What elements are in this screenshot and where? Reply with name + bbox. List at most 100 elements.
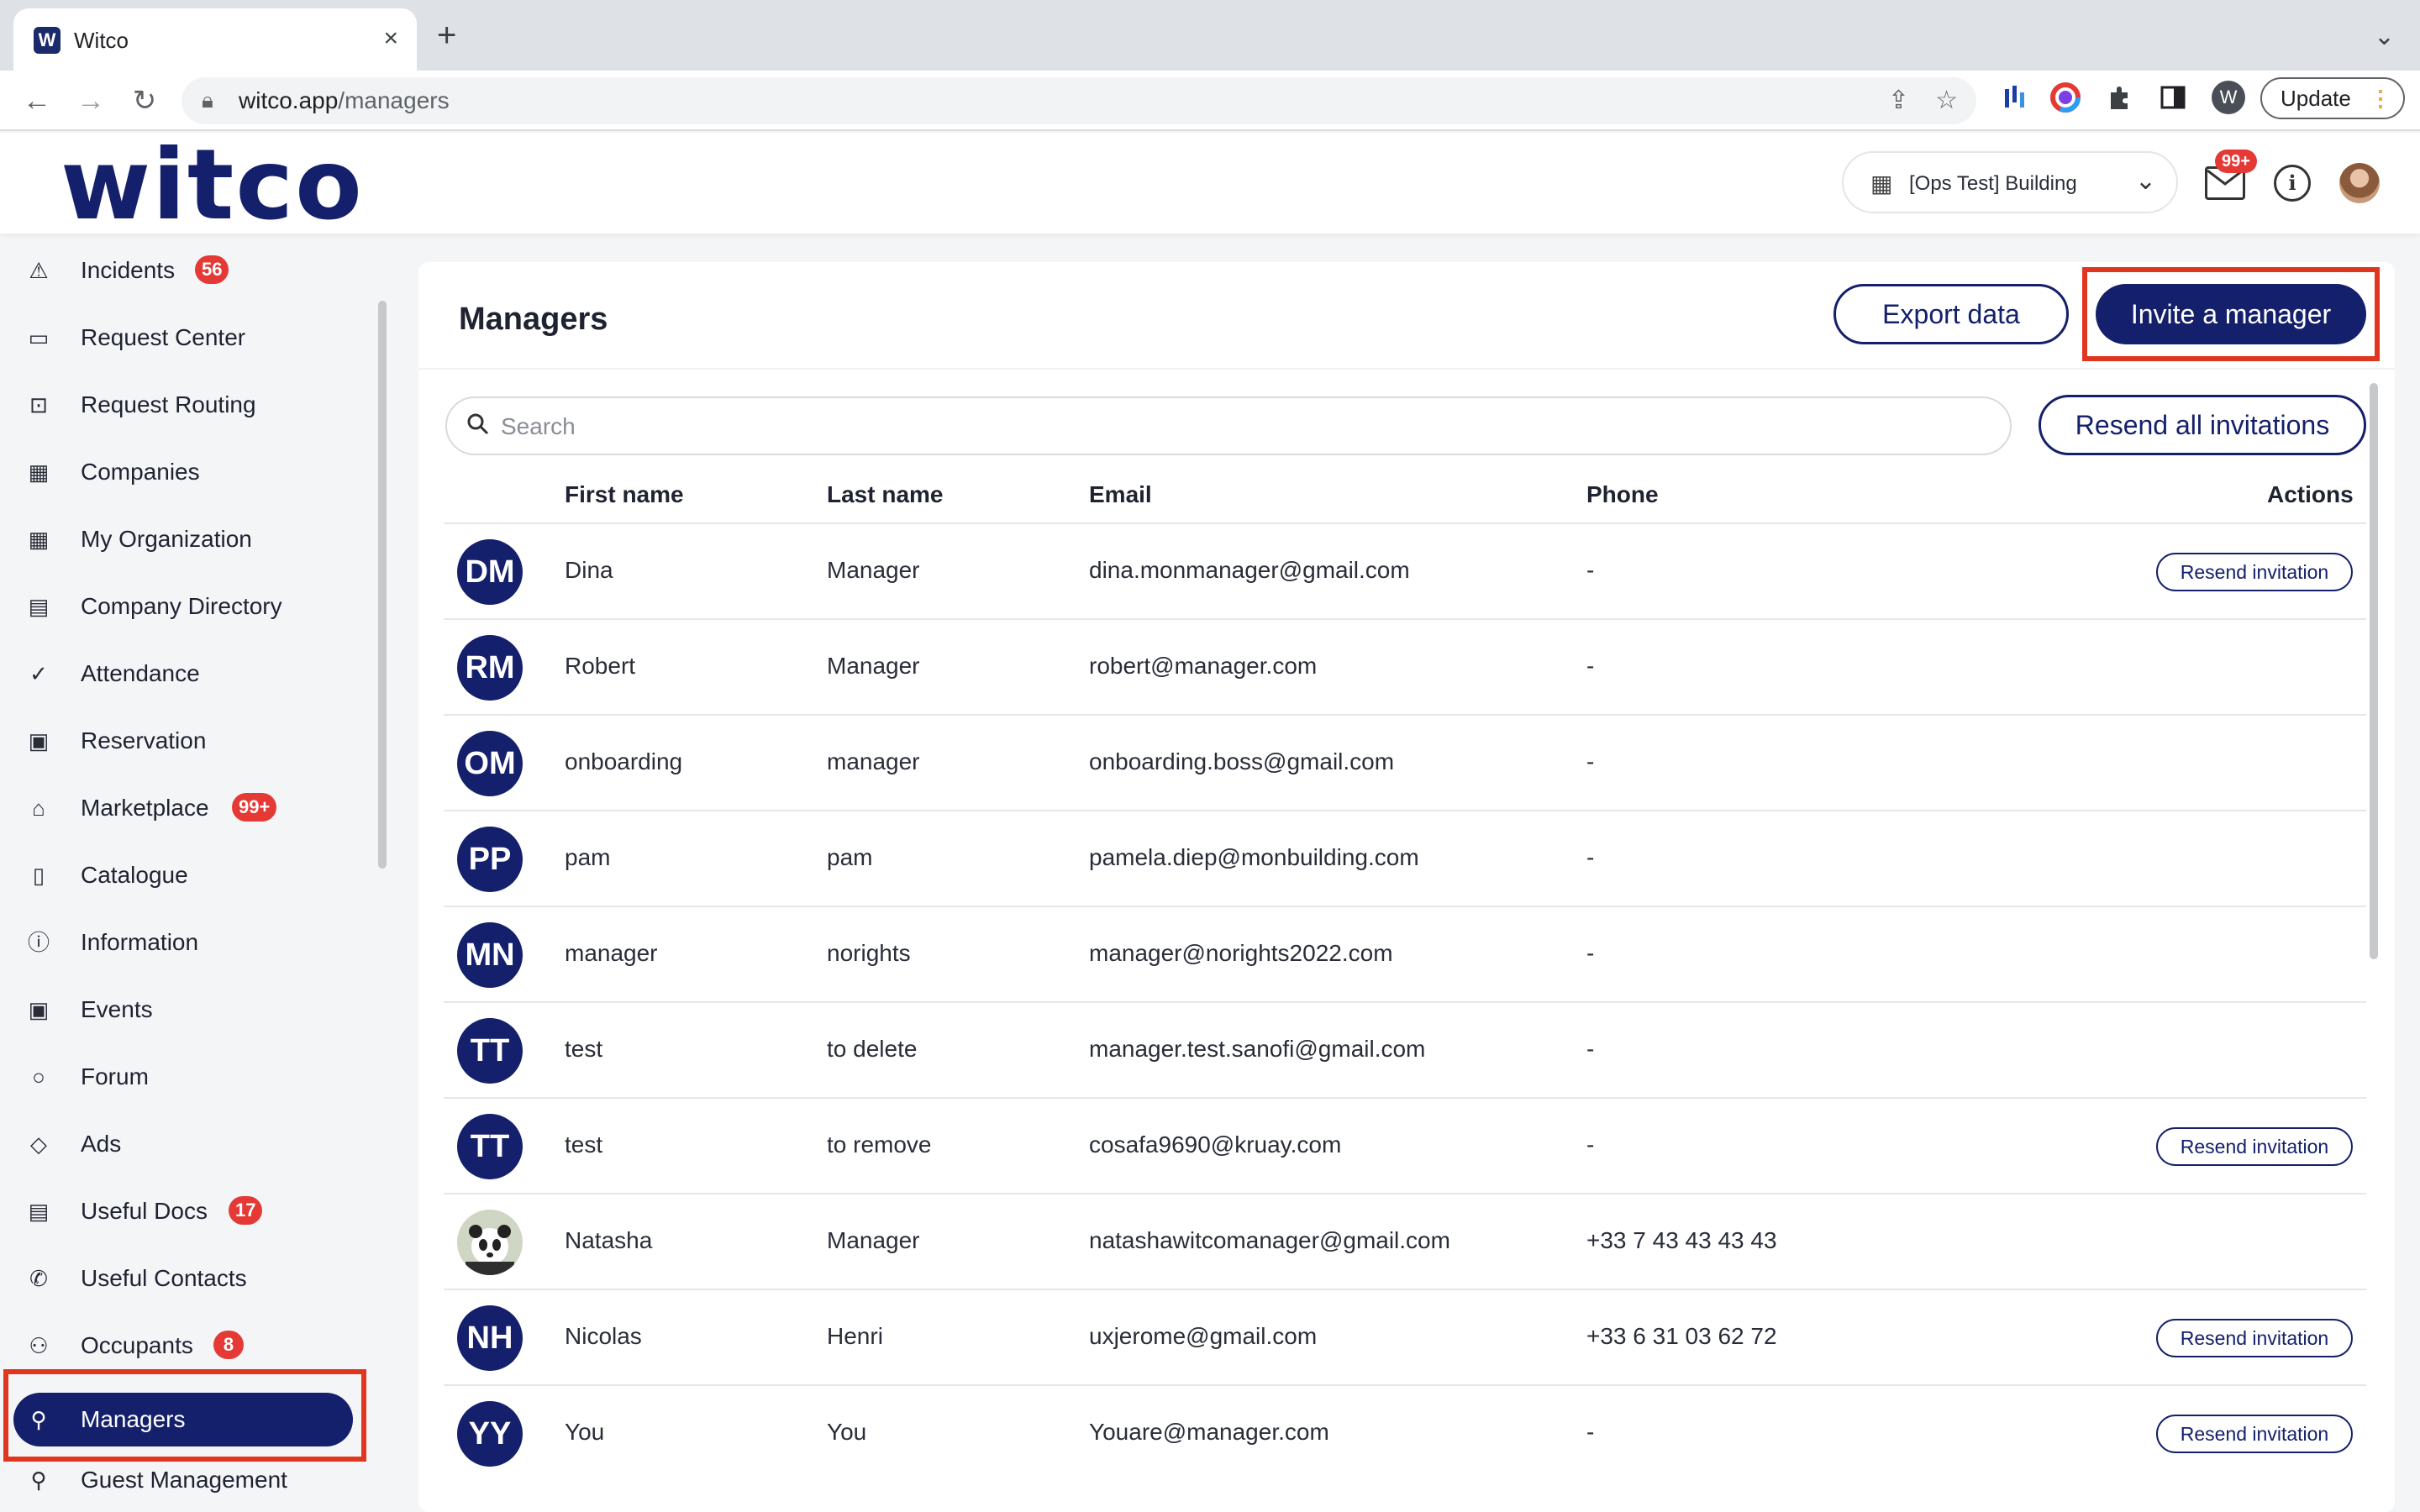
cell-first-name: Nicolas — [565, 1323, 642, 1349]
phone-icon: ✆ — [29, 1266, 48, 1291]
browser-profile-avatar[interactable]: W — [2212, 81, 2245, 114]
cell-email: onboarding.boss@gmail.com — [1089, 748, 1395, 774]
sidebar-item-useful-contacts[interactable]: ✆ Useful Contacts — [13, 1252, 353, 1305]
book-icon: ▯ — [32, 863, 45, 888]
cell-phone: - — [1586, 940, 1595, 966]
sidebar-item-useful-docs[interactable]: ▤ Useful Docs 17 — [13, 1184, 353, 1238]
cell-first-name: manager — [565, 940, 658, 966]
column-header-actions: Actions — [2267, 481, 2354, 507]
highlight-box-managers — [3, 1369, 366, 1462]
table-row[interactable]: TT test to delete manager.test.sanofi@gm… — [444, 1001, 2366, 1097]
user-avatar[interactable] — [2339, 163, 2380, 203]
tab-title: Witco — [74, 28, 129, 53]
avatar: NH — [457, 1305, 523, 1371]
cell-last-name: manager — [827, 748, 920, 774]
cell-email: uxjerome@gmail.com — [1089, 1323, 1318, 1349]
tab-close-icon[interactable]: × — [383, 25, 398, 52]
extensions-puzzle-icon[interactable] — [2104, 82, 2134, 113]
cell-phone: +33 7 43 43 43 43 — [1586, 1227, 1777, 1253]
table-row[interactable]: MN manager norights manager@norights2022… — [444, 906, 2366, 1001]
avatar: TT — [457, 1114, 523, 1179]
browser-update-button[interactable]: Update ⋮ — [2260, 77, 2405, 119]
extension-bars-icon[interactable] — [2000, 82, 2030, 113]
side-panel-icon[interactable] — [2158, 82, 2188, 113]
avatar: TT — [457, 1018, 523, 1084]
sidebar-item-attendance[interactable]: ✓ Attendance — [13, 647, 353, 701]
sidebar-item-request-center[interactable]: ▭ Request Center — [13, 311, 353, 365]
sidebar-item-catalogue[interactable]: ▯ Catalogue — [13, 848, 353, 902]
avatar: RM — [457, 635, 523, 701]
tab-list-chevron-icon[interactable]: ⌄ — [2374, 22, 2395, 51]
sidebar-item-incidents[interactable]: ⚠︎ Incidents 56 — [13, 244, 353, 297]
avatar: DM — [457, 539, 523, 605]
sidebar-item-label: My Organization — [81, 526, 252, 552]
table-row[interactable]: PP pam pam pamela.diep@monbuilding.com - — [444, 810, 2366, 906]
forward-arrow-icon[interactable]: → — [71, 81, 111, 121]
table-row[interactable]: DM Dina Manager dina.monmanager@gmail.co… — [444, 522, 2366, 618]
address-bar[interactable]: 🔒︎ witco.app/managers ⇪ ☆ — [182, 77, 1976, 124]
share-icon[interactable]: ⇪ — [1888, 86, 1909, 115]
sidebar-scrollbar[interactable] — [378, 301, 387, 869]
resend-all-invitations-button[interactable]: Resend all invitations — [2039, 395, 2366, 455]
color-picker-extension-icon[interactable] — [2050, 82, 2081, 113]
table-row[interactable]: OM onboarding manager onboarding.boss@gm… — [444, 714, 2366, 810]
cell-last-name: pam — [827, 844, 873, 870]
sidebar-item-occupants[interactable]: ⚇ Occupants 8 — [13, 1319, 353, 1373]
resend-invitation-button[interactable]: Resend invitation — [2156, 553, 2353, 591]
users-icon: ⚇ — [29, 1333, 49, 1358]
check-circle-icon: ✓ — [29, 661, 48, 686]
highlight-box-invite — [2082, 267, 2380, 361]
browser-tab-bar: W Witco × + ⌄ — [0, 0, 2420, 71]
witco-logo[interactable]: witco — [60, 137, 364, 234]
reload-icon[interactable]: ↻ — [124, 81, 165, 121]
sidebar-item-label: Request Routing — [81, 391, 256, 417]
building-selector[interactable]: ▦ [Ops Test] Building ⌄ — [1842, 151, 2178, 213]
url-text: witco.app/managers — [239, 87, 450, 113]
cell-phone: - — [1586, 1419, 1595, 1445]
cell-email: pamela.diep@monbuilding.com — [1089, 844, 1419, 870]
column-header-phone[interactable]: Phone — [1586, 480, 1659, 509]
sidebar-item-label: Events — [81, 996, 153, 1022]
cell-last-name: norights — [827, 940, 911, 966]
column-header-first-name[interactable]: First name — [565, 480, 684, 509]
table-row[interactable]: YY You You Youare@manager.com - Resend i… — [444, 1384, 2366, 1480]
table-row[interactable]: Natasha Manager natashawitcomanager@gmai… — [444, 1193, 2366, 1289]
column-header-email[interactable]: Email — [1089, 480, 1152, 509]
column-header-last-name[interactable]: Last name — [827, 480, 944, 509]
cell-first-name: You — [565, 1419, 605, 1445]
resend-invitation-button[interactable]: Resend invitation — [2156, 1415, 2353, 1453]
main-scrollbar[interactable] — [2370, 383, 2378, 959]
cell-phone: - — [1586, 844, 1595, 870]
browser-tab[interactable]: W Witco × — [13, 8, 417, 71]
sidebar-item-request-routing[interactable]: ⊡ Request Routing — [13, 378, 353, 432]
sidebar-item-ads[interactable]: ◇ Ads — [13, 1117, 353, 1171]
cell-last-name: Henri — [827, 1323, 883, 1349]
cell-email: manager.test.sanofi@gmail.com — [1089, 1036, 1426, 1062]
cell-email: cosafa9690@kruay.com — [1089, 1131, 1342, 1158]
avatar: PP — [457, 827, 523, 892]
table-row[interactable]: NH Nicolas Henri uxjerome@gmail.com +33 … — [444, 1289, 2366, 1384]
sidebar-item-forum[interactable]: ○ Forum — [13, 1050, 353, 1104]
search-input[interactable]: Search — [445, 396, 2012, 455]
export-data-button[interactable]: Export data — [1833, 284, 2069, 344]
resend-invitation-button[interactable]: Resend invitation — [2156, 1127, 2353, 1166]
sidebar-item-my-organization[interactable]: ▦ My Organization — [13, 512, 353, 566]
sidebar-item-companies[interactable]: ▦ Companies — [13, 445, 353, 499]
sidebar-item-information[interactable]: ⓘ Information — [13, 916, 353, 969]
page-title: Managers — [459, 302, 608, 337]
bookmark-star-icon[interactable]: ☆ — [1935, 86, 1958, 115]
cell-phone: - — [1586, 1131, 1595, 1158]
table-row[interactable]: TT test to remove cosafa9690@kruay.com -… — [444, 1097, 2366, 1193]
sidebar-item-label: Information — [81, 929, 199, 955]
sidebar-item-events[interactable]: ▣ Events — [13, 983, 353, 1037]
avatar: YY — [457, 1401, 523, 1467]
back-arrow-icon[interactable]: ← — [17, 81, 57, 121]
sidebar-item-company-directory[interactable]: ▤ Company Directory — [13, 580, 353, 633]
info-icon: ⓘ — [27, 930, 50, 955]
new-tab-button[interactable]: + — [437, 18, 456, 52]
table-row[interactable]: RM Robert Manager robert@manager.com - — [444, 618, 2366, 714]
sidebar-item-marketplace[interactable]: ⌂ Marketplace 99+ — [13, 781, 353, 835]
sidebar-item-reservation[interactable]: ▣ Reservation — [13, 714, 353, 768]
info-icon[interactable]: i — [2274, 165, 2311, 202]
resend-invitation-button[interactable]: Resend invitation — [2156, 1319, 2353, 1357]
